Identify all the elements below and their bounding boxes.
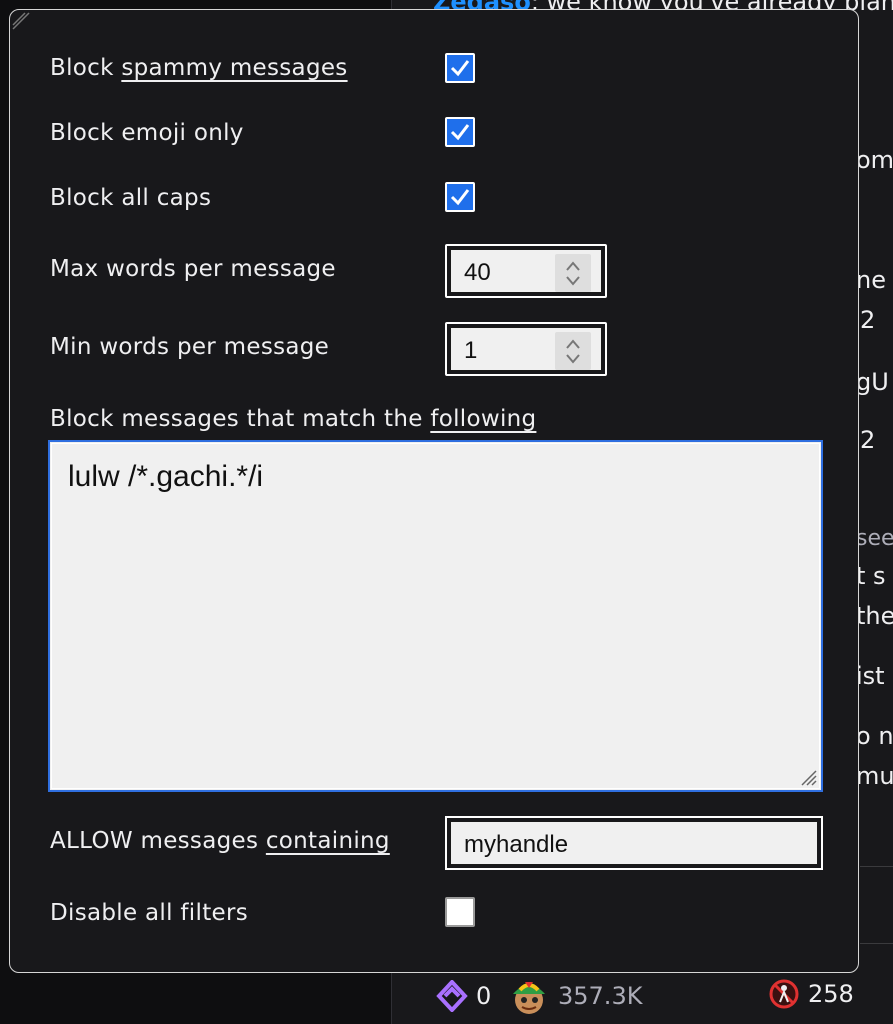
- chat-fragment: 2: [860, 426, 876, 454]
- spinner-arrows-icon: [566, 261, 580, 286]
- chat-fragment: ne t: [856, 266, 893, 294]
- viewer-count: 357.3K: [508, 976, 642, 1016]
- allow-input[interactable]: myhandle: [445, 816, 823, 870]
- drag-grip-icon[interactable]: [12, 12, 30, 30]
- emoji-only-label: Block emoji only: [50, 120, 244, 146]
- viewer-count-value: 357.3K: [558, 982, 643, 1010]
- chat-fragment: gU: [856, 368, 889, 396]
- chat-fragment: 2: [860, 306, 876, 334]
- spammy-help-link[interactable]: spammy messages: [121, 55, 347, 81]
- allow-input-field[interactable]: myhandle: [450, 821, 818, 865]
- chat-fragment: ist: [856, 662, 885, 690]
- checkmark-icon: [450, 189, 470, 206]
- all-caps-checkbox[interactable]: [445, 182, 475, 212]
- chat-fragment: om: [856, 146, 893, 174]
- checkmark-icon: [450, 124, 470, 141]
- max-words-stepper[interactable]: 40: [445, 244, 607, 298]
- chat-fragment: t s: [856, 562, 886, 590]
- channel-points[interactable]: 0: [436, 980, 491, 1012]
- min-words-value: 1: [464, 337, 478, 364]
- blocked-icon: [769, 979, 799, 1009]
- allow-help-link[interactable]: containing: [266, 828, 390, 854]
- blocked-count: 258: [808, 980, 854, 1008]
- min-words-spinner[interactable]: [555, 332, 591, 370]
- match-label: Block messages that match the following: [50, 406, 536, 432]
- disable-all-checkbox[interactable]: [445, 897, 475, 927]
- max-words-label: Max words per message: [50, 256, 336, 282]
- match-help-link[interactable]: following: [430, 406, 536, 432]
- spinner-arrows-icon: [566, 339, 580, 364]
- min-words-stepper[interactable]: 1: [445, 322, 607, 376]
- spammy-checkbox[interactable]: [445, 53, 475, 83]
- chat-fragment: o n: [856, 722, 893, 750]
- bottom-bar: 0 357.3K 258: [392, 966, 893, 1024]
- bottom-left-region: [304, 973, 391, 1024]
- filter-settings-dialog: Block spammy messages Block emoji only B…: [9, 9, 859, 973]
- chat-fragment: mu: [856, 762, 893, 790]
- divider: [860, 866, 893, 867]
- max-words-spinner[interactable]: [555, 254, 591, 292]
- spammy-label: Block spammy messages: [50, 55, 348, 81]
- emote-avatar-icon: [513, 982, 545, 1014]
- max-words-input[interactable]: 40: [450, 249, 602, 293]
- checkmark-icon: [450, 60, 470, 77]
- allow-label-text: ALLOW messages: [50, 828, 266, 854]
- blocked-messages[interactable]: 258: [768, 978, 854, 1010]
- channel-points-icon: [436, 980, 468, 1012]
- max-words-value: 40: [464, 259, 491, 286]
- match-patterns-textarea[interactable]: lulw /*.gachi.*/i: [48, 440, 823, 792]
- allow-input-value: myhandle: [464, 831, 569, 858]
- divider: [860, 943, 893, 944]
- match-patterns-value: lulw /*.gachi.*/i: [68, 460, 264, 493]
- match-label-text: Block messages that match the: [50, 406, 431, 432]
- spammy-label-text: Block: [50, 55, 122, 81]
- chat-fragment: see: [856, 526, 893, 551]
- all-caps-label: Block all caps: [50, 185, 212, 211]
- resize-grip-icon[interactable]: [800, 769, 818, 787]
- channel-points-value: 0: [476, 982, 492, 1010]
- emoji-only-checkbox[interactable]: [445, 117, 475, 147]
- min-words-input[interactable]: 1: [450, 327, 602, 371]
- allow-label: ALLOW messages containing: [50, 828, 390, 854]
- min-words-label: Min words per message: [50, 334, 330, 360]
- chat-fragment: the: [856, 602, 893, 630]
- disable-all-label: Disable all filters: [50, 900, 248, 926]
